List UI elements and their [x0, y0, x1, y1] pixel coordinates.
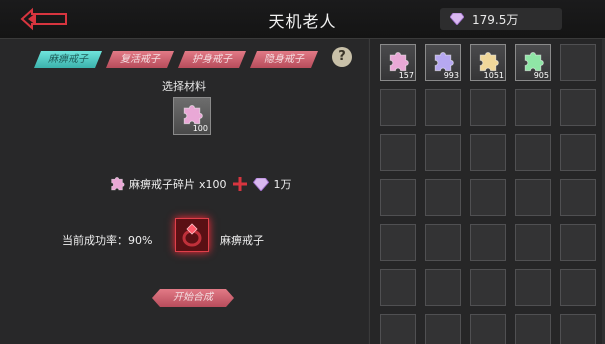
- select-material-label: 选择材料: [162, 80, 206, 93]
- inventory-slot-empty[interactable]: [380, 269, 416, 306]
- tab-stealth-ring[interactable]: 隐身戒子: [250, 51, 318, 68]
- inventory-slot-empty[interactable]: [470, 314, 506, 344]
- inventory-slot-empty[interactable]: [425, 179, 461, 216]
- inventory-slot-empty[interactable]: [470, 269, 506, 306]
- tab-paralysis-ring[interactable]: 麻痹戒子: [34, 51, 102, 68]
- plus-icon: [232, 177, 247, 191]
- inventory-slot-empty[interactable]: [515, 224, 551, 261]
- inventory-slot-empty[interactable]: [515, 134, 551, 171]
- inventory-slot-empty[interactable]: [515, 179, 551, 216]
- diamond-icon: [450, 13, 464, 25]
- inventory-grid: 157 993 1051 905: [380, 44, 596, 344]
- inventory-slot-empty[interactable]: [470, 134, 506, 171]
- recipe-cost: 1万: [273, 178, 292, 191]
- diamond-amount: 179.5万: [472, 12, 519, 27]
- inventory-slot-empty[interactable]: [560, 269, 596, 306]
- material-slot[interactable]: 100: [173, 97, 211, 135]
- result-item-name: 麻痹戒子: [220, 234, 264, 247]
- inventory-slot-empty[interactable]: [560, 134, 596, 171]
- inventory-slot-empty[interactable]: [425, 269, 461, 306]
- recipe-item-name: 麻痹戒子碎片: [129, 178, 195, 191]
- result-ring-slot[interactable]: [175, 218, 209, 252]
- crafting-panel: 麻痹戒子 复活戒子 护身戒子 隐身戒子 ? 选择材料 100 麻痹戒子碎片 x1…: [0, 39, 368, 344]
- inventory-slot-empty[interactable]: [425, 314, 461, 344]
- inventory-slot-empty[interactable]: [380, 89, 416, 126]
- item-count: 993: [443, 71, 459, 80]
- inventory-slot[interactable]: 905: [515, 44, 551, 81]
- inventory-slot-empty[interactable]: [425, 224, 461, 261]
- item-count: 157: [398, 71, 414, 80]
- tab-revival-ring[interactable]: 复活戒子: [106, 51, 174, 68]
- material-count: 100: [192, 124, 208, 133]
- inventory-slot-empty[interactable]: [560, 314, 596, 344]
- start-craft-button[interactable]: 开始合成: [152, 289, 234, 307]
- inventory-slot-empty[interactable]: [560, 44, 596, 81]
- inventory-slot-empty[interactable]: [515, 314, 551, 344]
- success-rate: 当前成功率：90%: [62, 234, 153, 247]
- ring-icon: [182, 223, 202, 247]
- inventory-slot[interactable]: 1051: [470, 44, 506, 81]
- inventory-slot-empty[interactable]: [515, 269, 551, 306]
- recipe-quantity: x100: [199, 177, 227, 191]
- inventory-slot[interactable]: 993: [425, 44, 461, 81]
- inventory-slot-empty[interactable]: [380, 314, 416, 344]
- inventory-slot-empty[interactable]: [515, 89, 551, 126]
- diamond-balance: 179.5万: [440, 8, 562, 30]
- help-button[interactable]: ?: [332, 47, 352, 67]
- inventory-slot-empty[interactable]: [470, 179, 506, 216]
- inventory-slot-empty[interactable]: [470, 224, 506, 261]
- inventory-panel: 157 993 1051 905: [369, 39, 605, 344]
- inventory-slot-empty[interactable]: [380, 179, 416, 216]
- item-count: 905: [533, 71, 549, 80]
- inventory-slot-empty[interactable]: [560, 89, 596, 126]
- inventory-slot-empty[interactable]: [380, 134, 416, 171]
- inventory-slot-empty[interactable]: [425, 89, 461, 126]
- recipe-line: 麻痹戒子碎片 x100 1万: [108, 175, 292, 193]
- inventory-slot-empty[interactable]: [560, 179, 596, 216]
- inventory-slot[interactable]: 157: [380, 44, 416, 81]
- inventory-slot-empty[interactable]: [425, 134, 461, 171]
- inventory-slot-empty[interactable]: [560, 224, 596, 261]
- inventory-slot-empty[interactable]: [380, 224, 416, 261]
- puzzle-fragment-icon: [108, 175, 126, 193]
- diamond-icon: [252, 177, 269, 191]
- inventory-slot-empty[interactable]: [470, 89, 506, 126]
- tab-protection-ring[interactable]: 护身戒子: [178, 51, 246, 68]
- top-bar: 天机老人 179.5万: [0, 0, 605, 39]
- item-count: 1051: [483, 71, 504, 80]
